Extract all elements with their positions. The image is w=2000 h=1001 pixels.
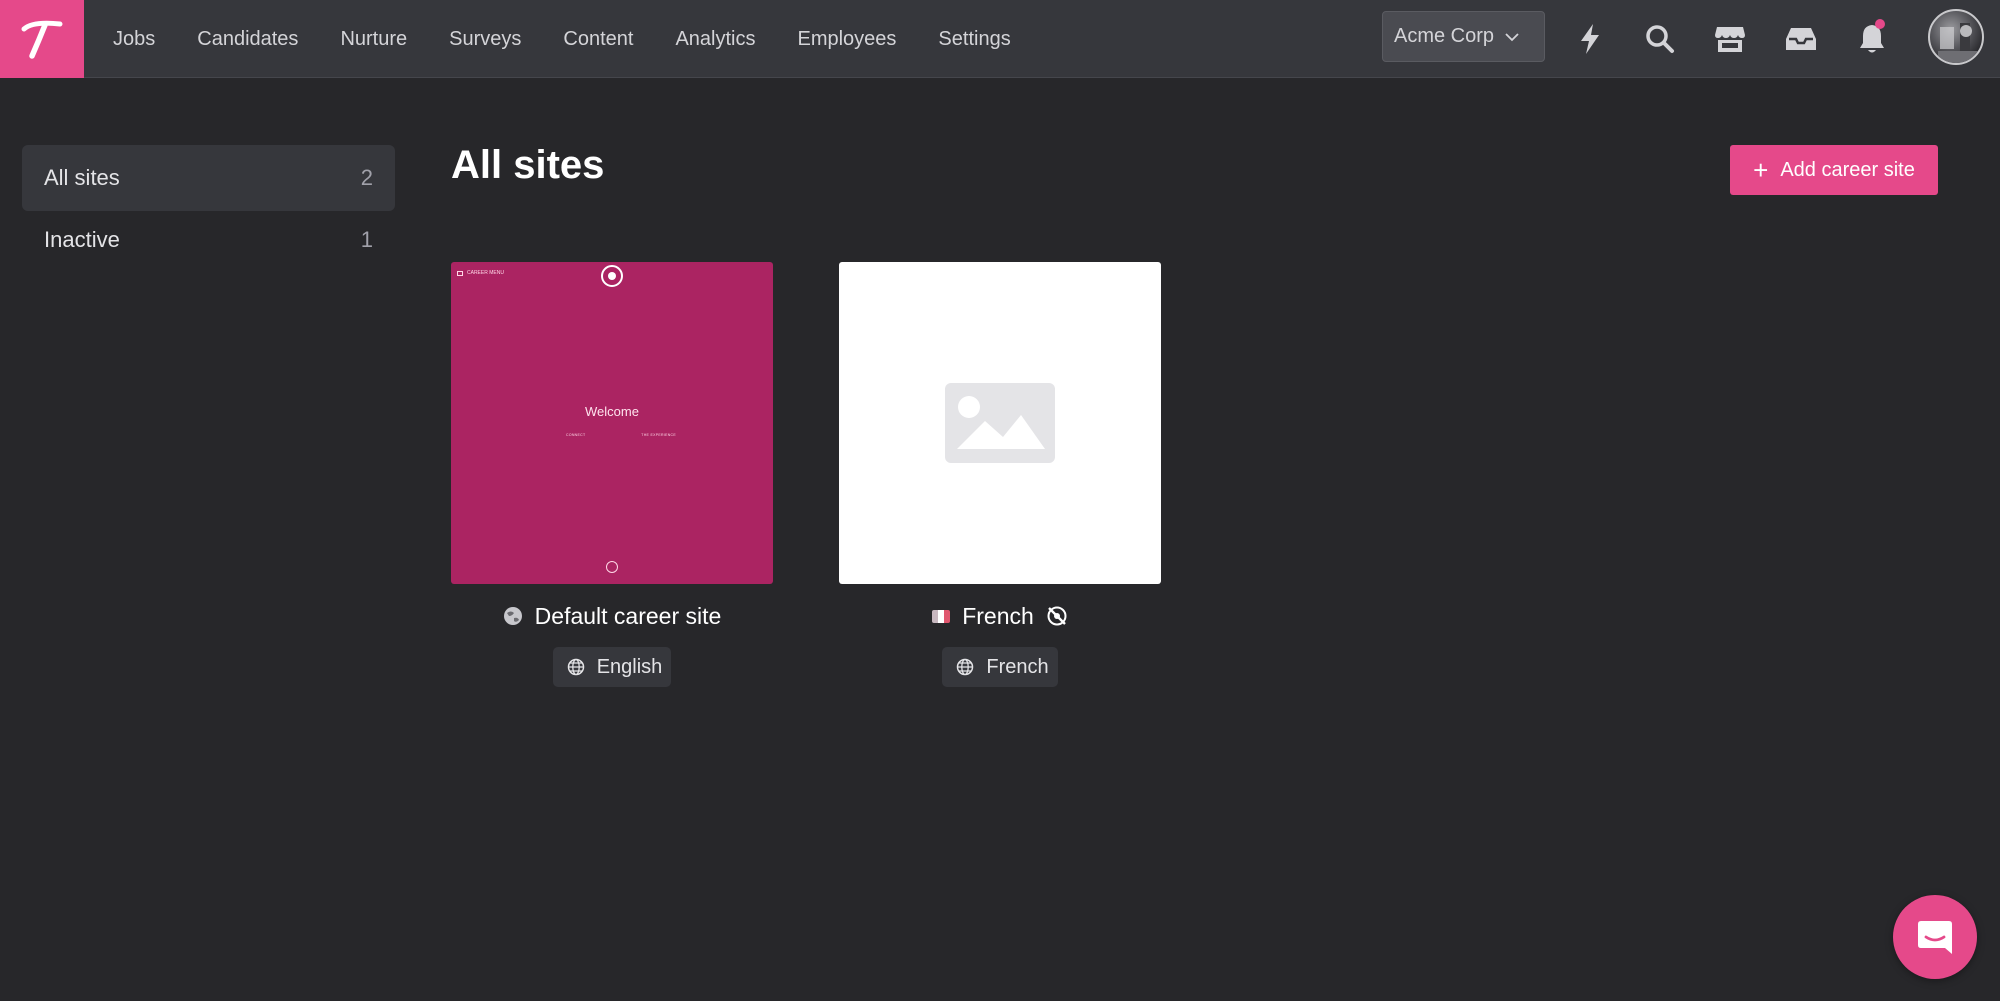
app-logo[interactable] [0, 0, 84, 78]
preview-menu-text: CAREER MENU [467, 270, 504, 276]
page-title: All sites [451, 143, 605, 187]
career-site-card-default: CAREER MENU Welcome CONNECT THE EXPERIEN… [451, 262, 773, 687]
preview-logo-icon [601, 265, 623, 287]
nav-jobs[interactable]: Jobs [92, 28, 176, 51]
nav-content[interactable]: Content [542, 28, 654, 51]
nav-settings[interactable]: Settings [917, 28, 1031, 51]
preview-welcome-text: Welcome [585, 404, 639, 419]
globe-icon [567, 658, 584, 676]
nav-candidates[interactable]: Candidates [176, 28, 319, 51]
nav-employees[interactable]: Employees [776, 28, 917, 51]
french-flag-icon [932, 609, 951, 623]
sidebar-item-count: 1 [360, 227, 373, 252]
career-site-card-french: French French [839, 262, 1161, 687]
card-title[interactable]: Default career site [535, 603, 722, 630]
preview-link-right: THE EXPERIENCE [641, 433, 676, 437]
organization-select-label: Acme Corp [1394, 25, 1495, 47]
nav-analytics[interactable]: Analytics [654, 28, 776, 51]
card-title-row: Default career site [451, 600, 773, 632]
globe-icon [957, 658, 974, 676]
store-icon[interactable] [1710, 19, 1750, 59]
add-career-site-button[interactable]: + Add career site [1730, 145, 1938, 195]
chat-icon [1918, 921, 1952, 954]
card-title[interactable]: French [962, 603, 1034, 630]
menu-icon [457, 270, 463, 276]
sidebar-item-label: Inactive [44, 227, 120, 252]
preview-scroll-icon [606, 561, 618, 573]
bell-icon[interactable] [1852, 19, 1892, 59]
notification-dot [1875, 19, 1885, 29]
inbox-icon[interactable] [1781, 19, 1821, 59]
preview-links: CONNECT THE EXPERIENCE [566, 433, 676, 437]
preview-menu: CAREER MENU [457, 270, 504, 276]
main-nav: Jobs Candidates Nurture Surveys Content … [92, 0, 1032, 78]
top-navigation-bar: Jobs Candidates Nurture Surveys Content … [0, 0, 2000, 78]
globe-flag-icon [503, 607, 522, 625]
hidden-eye-icon [1047, 606, 1067, 626]
sidebar-item-label: All sites [44, 165, 120, 190]
bolt-icon[interactable] [1570, 19, 1610, 59]
plus-icon: + [1753, 155, 1769, 185]
sidebar-item-count: 2 [360, 165, 373, 190]
sites-sidebar: All sites 2 Inactive 1 [22, 145, 395, 269]
language-badge[interactable]: English [552, 647, 672, 687]
chevron-down-icon [1504, 29, 1520, 45]
search-icon[interactable] [1640, 19, 1680, 59]
add-career-site-label: Add career site [1780, 158, 1915, 181]
nav-nurture[interactable]: Nurture [319, 28, 428, 51]
user-avatar[interactable] [1928, 9, 1984, 65]
site-preview-thumbnail[interactable] [839, 262, 1161, 584]
language-label: French [986, 655, 1049, 678]
language-badge[interactable]: French [942, 647, 1058, 687]
chat-launcher-button[interactable] [1893, 895, 1977, 979]
card-title-row: French [839, 600, 1161, 632]
sidebar-item-inactive[interactable]: Inactive 1 [22, 207, 395, 273]
nav-surveys[interactable]: Surveys [428, 28, 542, 51]
preview-link-left: CONNECT [566, 433, 586, 437]
language-label: English [596, 655, 663, 678]
organization-select[interactable]: Acme Corp [1382, 11, 1545, 62]
site-preview-thumbnail[interactable]: CAREER MENU Welcome CONNECT THE EXPERIEN… [451, 262, 773, 584]
sidebar-item-all-sites[interactable]: All sites 2 [22, 145, 395, 211]
logo-t-icon [21, 20, 63, 59]
image-placeholder-icon [945, 383, 1055, 463]
